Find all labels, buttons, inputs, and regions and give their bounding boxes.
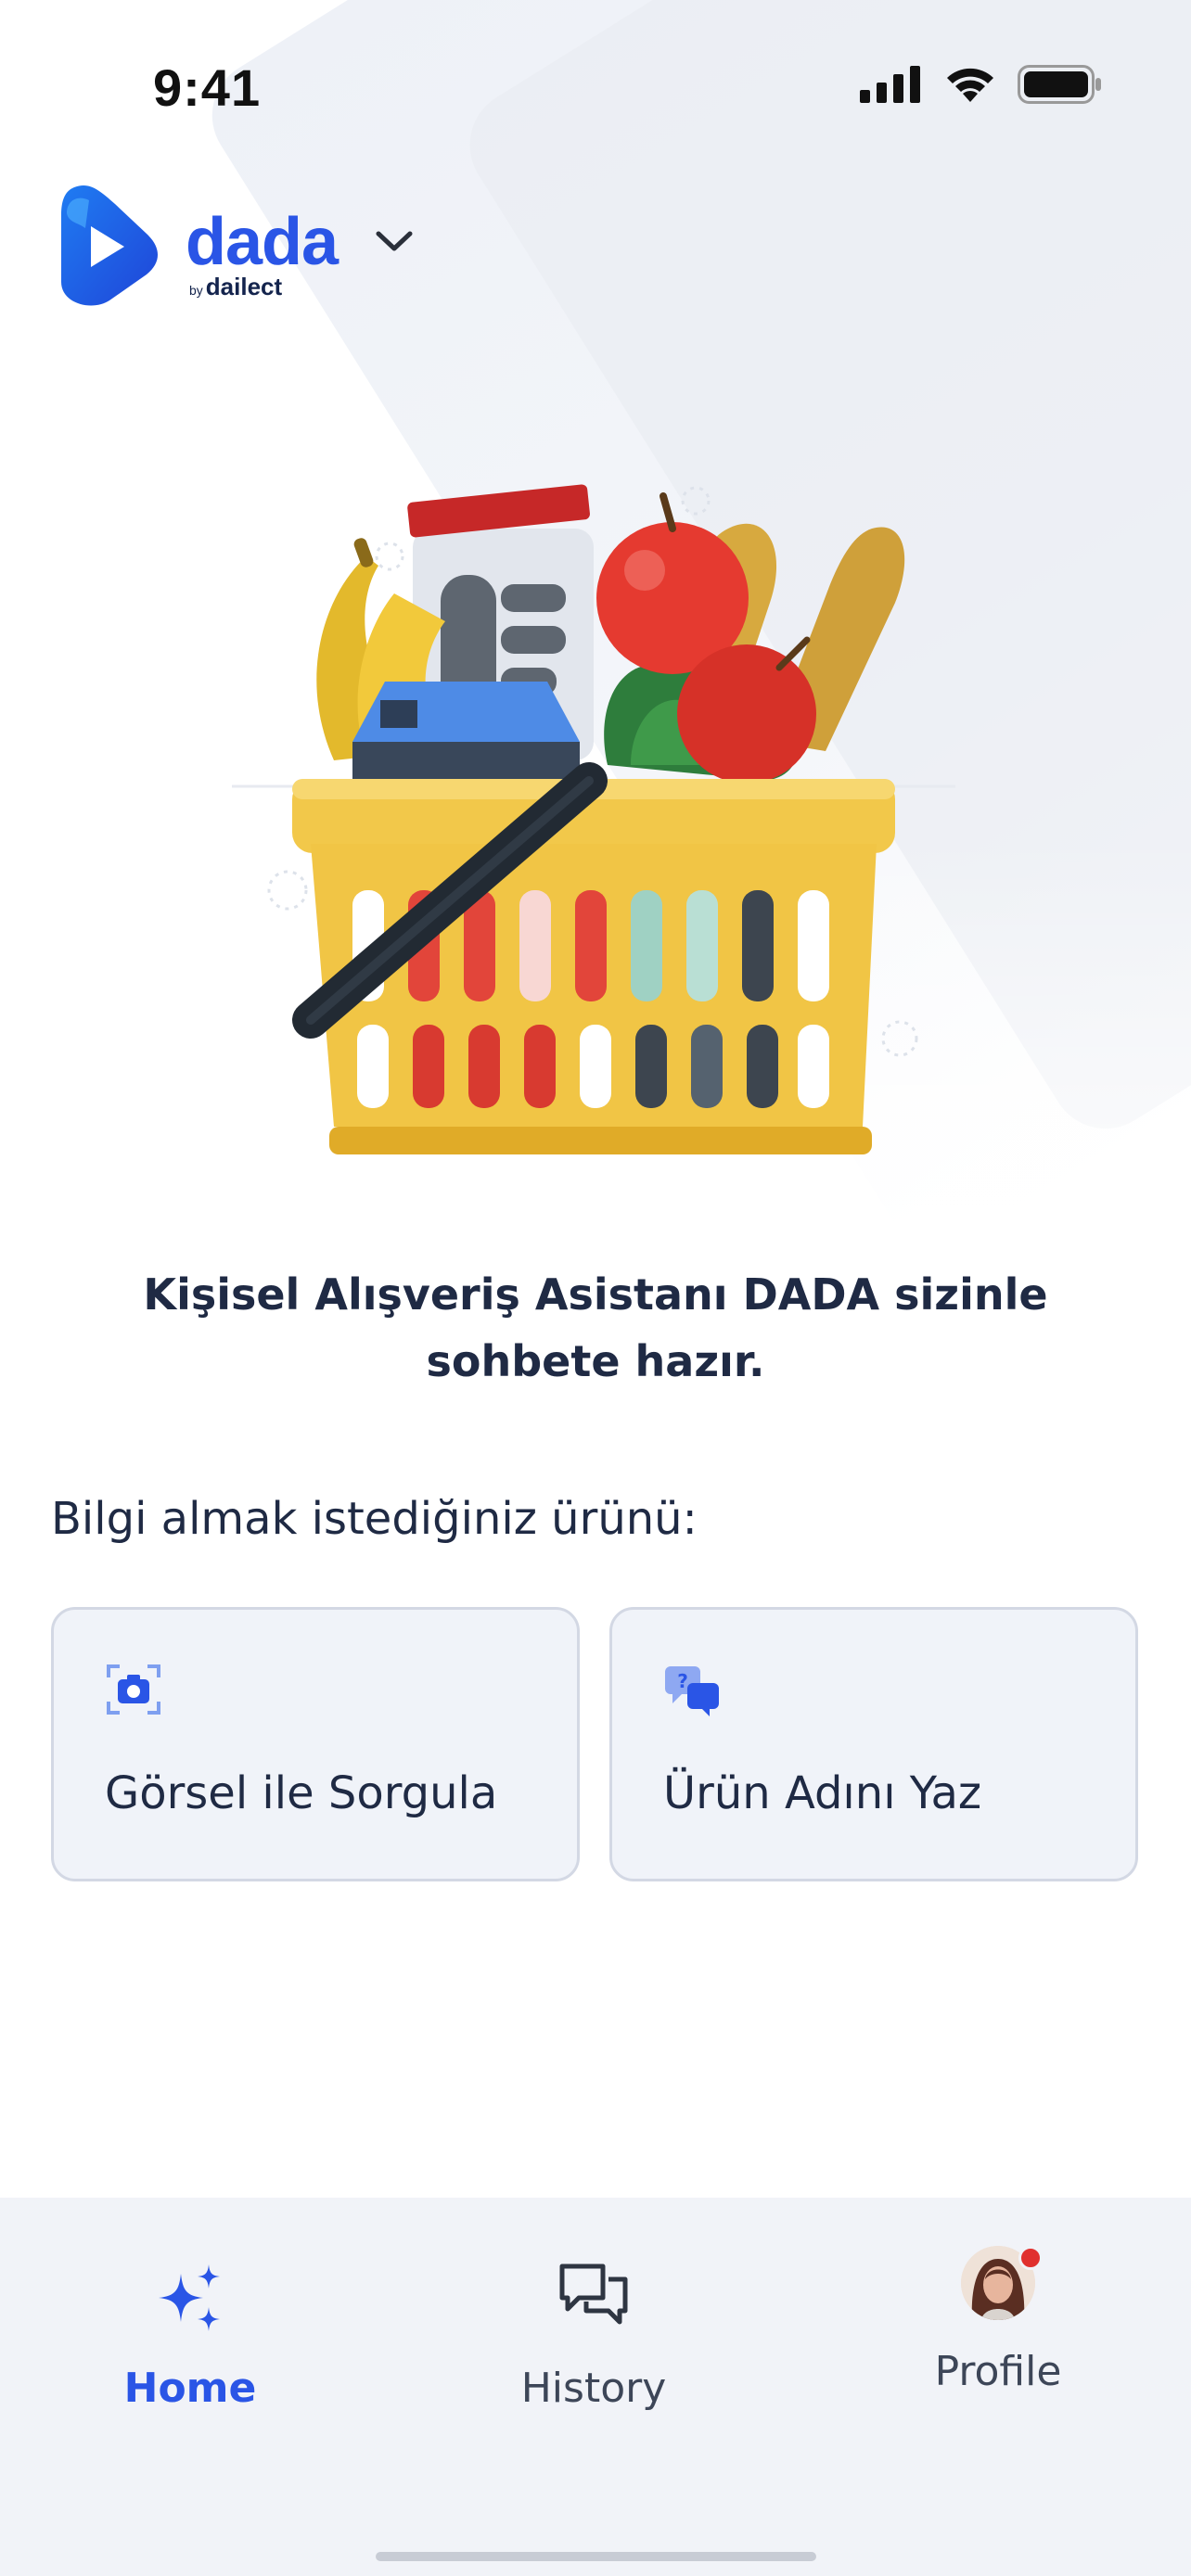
nav-home-label: Home bbox=[123, 2365, 257, 2412]
battery-icon bbox=[1018, 65, 1101, 104]
status-time: 9:41 bbox=[153, 58, 262, 117]
sparkles-icon bbox=[159, 2264, 220, 2331]
brand-name: dada bbox=[186, 205, 339, 279]
shopping-basket-illustration bbox=[232, 484, 955, 1154]
type-product-name-button[interactable]: ? Ürün Adını Yaz bbox=[609, 1607, 1138, 1881]
assistant-tagline: Kişisel Alışveriş Asistanı DADA sizinle … bbox=[143, 1269, 1048, 1386]
wifi-icon bbox=[947, 68, 993, 102]
svg-text:?: ? bbox=[677, 1670, 688, 1692]
nav-profile[interactable]: Profile bbox=[859, 2198, 1137, 2439]
nav-home[interactable]: Home bbox=[51, 2198, 329, 2439]
status-bar: 9:41 bbox=[0, 0, 1191, 176]
type-product-name-label: Ürün Adını Yaz bbox=[663, 1767, 982, 1819]
brand: dada by dailect bbox=[186, 195, 352, 300]
notification-dot bbox=[1018, 2246, 1043, 2270]
camera-scan-icon bbox=[107, 1664, 160, 1715]
signal-icon bbox=[860, 66, 920, 103]
nav-profile-label: Profile bbox=[934, 2348, 1062, 2395]
home-indicator bbox=[376, 2552, 816, 2561]
status-icons bbox=[860, 65, 1103, 104]
chat-question-icon: ? bbox=[665, 1666, 719, 1716]
dada-logo-icon bbox=[61, 185, 158, 306]
chevron-down-icon[interactable] bbox=[371, 223, 417, 260]
bottom-navigation: Home History Profile bbox=[0, 2198, 1191, 2576]
brand-company: dailect bbox=[205, 273, 283, 300]
brand-subtitle: by dailect bbox=[189, 273, 282, 301]
search-by-image-label: Görsel ile Sorgula bbox=[105, 1767, 498, 1819]
search-by-image-button[interactable]: Görsel ile Sorgula bbox=[51, 1607, 580, 1881]
app-header: dada by dailect bbox=[58, 185, 417, 306]
chat-bubbles-icon bbox=[559, 2264, 628, 2325]
nav-history[interactable]: History bbox=[455, 2198, 733, 2439]
brand-by: by bbox=[189, 283, 203, 298]
section-label: Bilgi almak istediğiniz ürünü: bbox=[51, 1493, 698, 1545]
nav-history-label: History bbox=[520, 2365, 667, 2412]
